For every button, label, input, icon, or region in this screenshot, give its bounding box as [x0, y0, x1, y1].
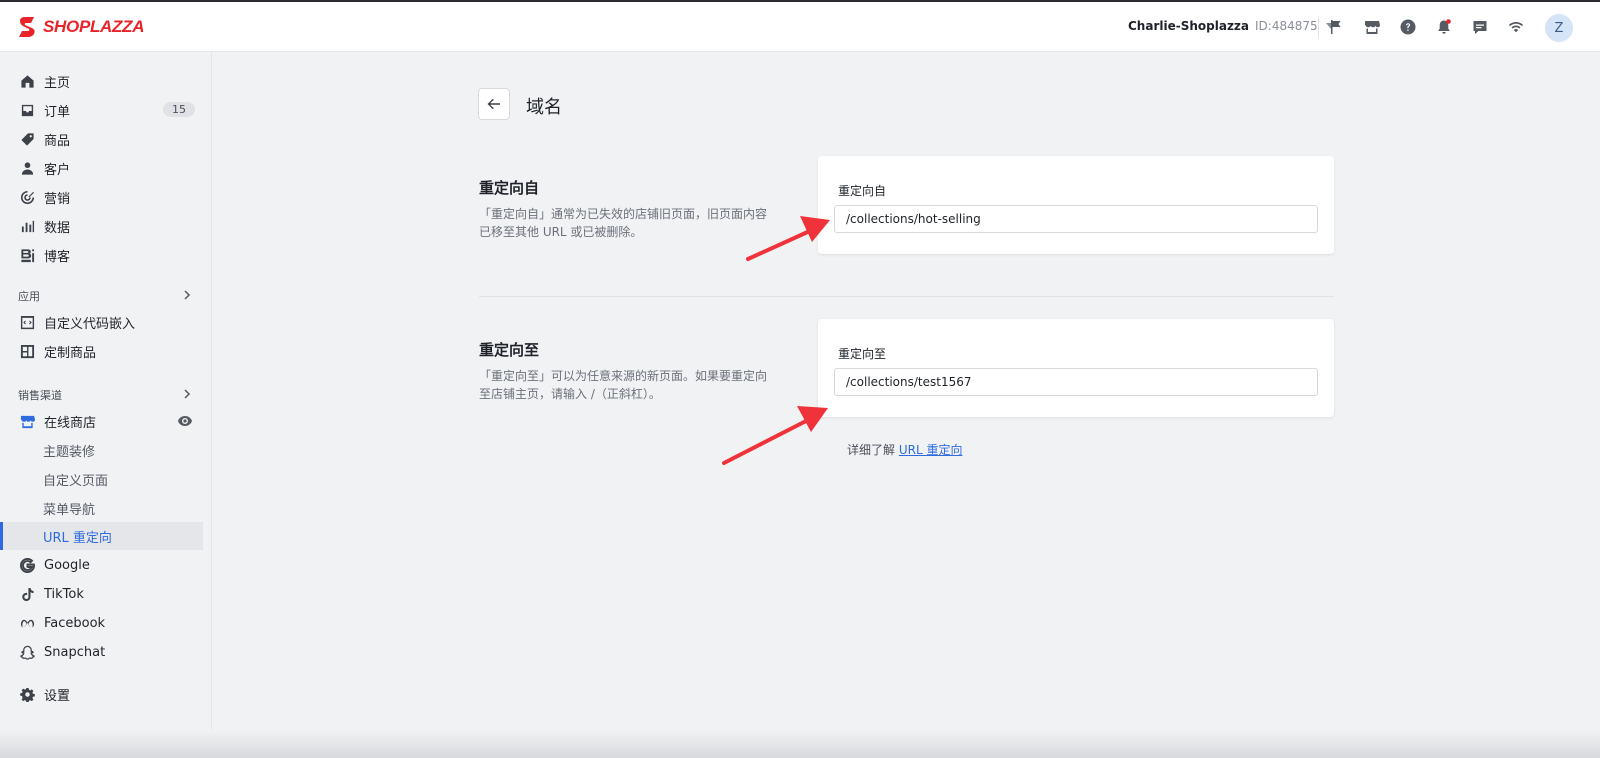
shoplazza-logo-icon — [19, 17, 35, 37]
sidebar-item-label: 订单 — [44, 104, 71, 120]
tiktok-icon — [19, 586, 35, 602]
bell-icon[interactable] — [1434, 17, 1454, 37]
redirect-from-title: 重定向自 — [479, 179, 540, 197]
learn-more-prefix: 详细了解 — [847, 443, 896, 457]
apps-section-label: 应用 — [18, 290, 40, 303]
store-switcher[interactable]: Charlie-Shoplazza ID:484875 — [1128, 19, 1336, 33]
sidebar-item-analytics[interactable]: 数据 — [0, 212, 203, 240]
redirect-to-input[interactable] — [834, 368, 1318, 396]
sidebar-item-online-store[interactable]: 在线商店 — [0, 407, 203, 435]
redirect-to-field-label: 重定向至 — [838, 347, 887, 361]
sidebar-item-snapchat[interactable]: Snapchat — [0, 638, 203, 666]
redirect-to-description: 「重定向至」可以为任意来源的新页面。如果要重定向至店铺主页，请输入 /（正斜杠）… — [479, 369, 768, 401]
sidebar-item-label: 商品 — [44, 133, 71, 149]
sidebar-item-label: TikTok — [44, 586, 84, 602]
redirect-from-description: 「重定向自」通常为已失效的店铺旧页面，旧页面内容已移至其他 URL 或已被删除。 — [479, 207, 768, 239]
custom-product-icon — [19, 343, 35, 359]
store-icon[interactable] — [1362, 17, 1382, 37]
page-title: 域名 — [526, 97, 562, 118]
brand-logo[interactable]: SHOPLAZZA — [17, 16, 144, 38]
sidebar-item-custom-products[interactable]: 定制商品 — [0, 337, 203, 365]
sidebar-item-customers[interactable]: 客户 — [0, 154, 203, 182]
redirect-from-field-label: 重定向自 — [838, 184, 887, 198]
sidebar-item-theme-editor[interactable]: 主题装修 — [0, 436, 203, 464]
sidebar-item-custom-pages[interactable]: 自定义页面 — [0, 465, 203, 493]
home-icon — [19, 73, 35, 89]
sidebar-item-google[interactable]: Google — [0, 551, 203, 579]
arrow-left-icon — [487, 98, 500, 110]
orders-count-badge: 15 — [163, 102, 195, 117]
back-button[interactable] — [478, 88, 510, 120]
store-id: ID:484875 — [1255, 19, 1318, 33]
sidebar-item-label: 在线商店 — [44, 415, 97, 431]
sidebar-item-label: 主页 — [44, 75, 71, 91]
redirect-from-input[interactable] — [834, 205, 1318, 233]
sidebar-item-menu-navigation[interactable]: 菜单导航 — [0, 494, 203, 522]
url-redirect-help-link[interactable]: URL 重定向 — [899, 443, 963, 457]
sidebar-item-label: 自定义代码嵌入 — [44, 316, 136, 332]
annotation-arrow-to — [722, 406, 828, 465]
sidebar-item-code-embed[interactable]: 自定义代码嵌入 — [0, 308, 203, 336]
sidebar-item-tiktok[interactable]: TikTok — [0, 580, 203, 608]
meta-icon — [19, 615, 35, 631]
snapchat-icon — [19, 644, 35, 660]
sidebar-item-label: Snapchat — [44, 644, 106, 660]
person-icon — [19, 160, 35, 176]
sidebar-item-label: 博客 — [44, 249, 71, 265]
annotation-arrows — [722, 216, 830, 465]
store-name: Charlie-Shoplazza — [1128, 19, 1250, 33]
learn-more-text: 详细了解 URL 重定向 — [847, 441, 962, 458]
help-icon[interactable] — [1398, 17, 1418, 37]
bar-chart-icon — [19, 218, 35, 234]
sidebar-item-blog[interactable]: 博客 — [0, 241, 203, 269]
blog-icon — [19, 247, 35, 263]
top-bar: SHOPLAZZA Charlie-Shoplazza ID:484875 Z — [0, 2, 1600, 52]
flag-icon[interactable] — [1326, 17, 1346, 37]
sidebar-item-products[interactable]: 商品 — [0, 125, 203, 153]
tag-icon — [19, 131, 35, 147]
sidebar: 主页 订单 15 商品 客户 营销 数据 博客 应用 自定义代码嵌入 定制商品 … — [0, 52, 212, 758]
redirect-to-card: 重定向至 — [818, 319, 1334, 417]
sidebar-item-marketing[interactable]: 营销 — [0, 183, 203, 211]
window-bottom-shadow — [0, 730, 1600, 758]
wifi-icon[interactable] — [1506, 17, 1526, 37]
sales-channels-section-label: 销售渠道 — [18, 389, 62, 402]
chevron-right-icon[interactable] — [182, 389, 192, 399]
sidebar-item-settings[interactable]: 设置 — [0, 680, 203, 708]
storefront-icon — [19, 413, 35, 429]
brand-name: SHOPLAZZA — [43, 17, 145, 36]
google-icon — [19, 557, 35, 573]
inbox-icon — [19, 102, 35, 118]
code-embed-icon — [19, 314, 35, 330]
sidebar-item-home[interactable]: 主页 — [0, 67, 203, 95]
sidebar-item-url-redirect[interactable]: URL 重定向 — [0, 522, 203, 550]
header-divider — [1318, 16, 1319, 38]
sidebar-item-facebook[interactable]: Facebook — [0, 609, 203, 637]
redirect-from-card: 重定向自 — [818, 156, 1334, 254]
app-window: SHOPLAZZA Charlie-Shoplazza ID:484875 Z — [0, 0, 1600, 758]
sidebar-item-label: Google — [44, 557, 90, 573]
user-avatar[interactable]: Z — [1545, 14, 1573, 42]
eye-icon[interactable] — [177, 414, 193, 428]
message-icon[interactable] — [1470, 17, 1490, 37]
sidebar-item-label: 营销 — [44, 191, 71, 207]
sidebar-item-orders[interactable]: 订单 15 — [0, 96, 203, 124]
sidebar-item-label: 定制商品 — [44, 345, 97, 361]
sidebar-item-label: 客户 — [44, 162, 71, 178]
gear-icon — [19, 686, 35, 702]
sidebar-item-label: 数据 — [44, 220, 71, 236]
section-divider — [479, 296, 1334, 297]
sidebar-item-label: 设置 — [44, 688, 71, 704]
chevron-right-icon[interactable] — [182, 290, 192, 300]
redirect-to-title: 重定向至 — [479, 341, 540, 359]
target-icon — [19, 189, 35, 205]
sidebar-item-label: Facebook — [44, 615, 106, 631]
